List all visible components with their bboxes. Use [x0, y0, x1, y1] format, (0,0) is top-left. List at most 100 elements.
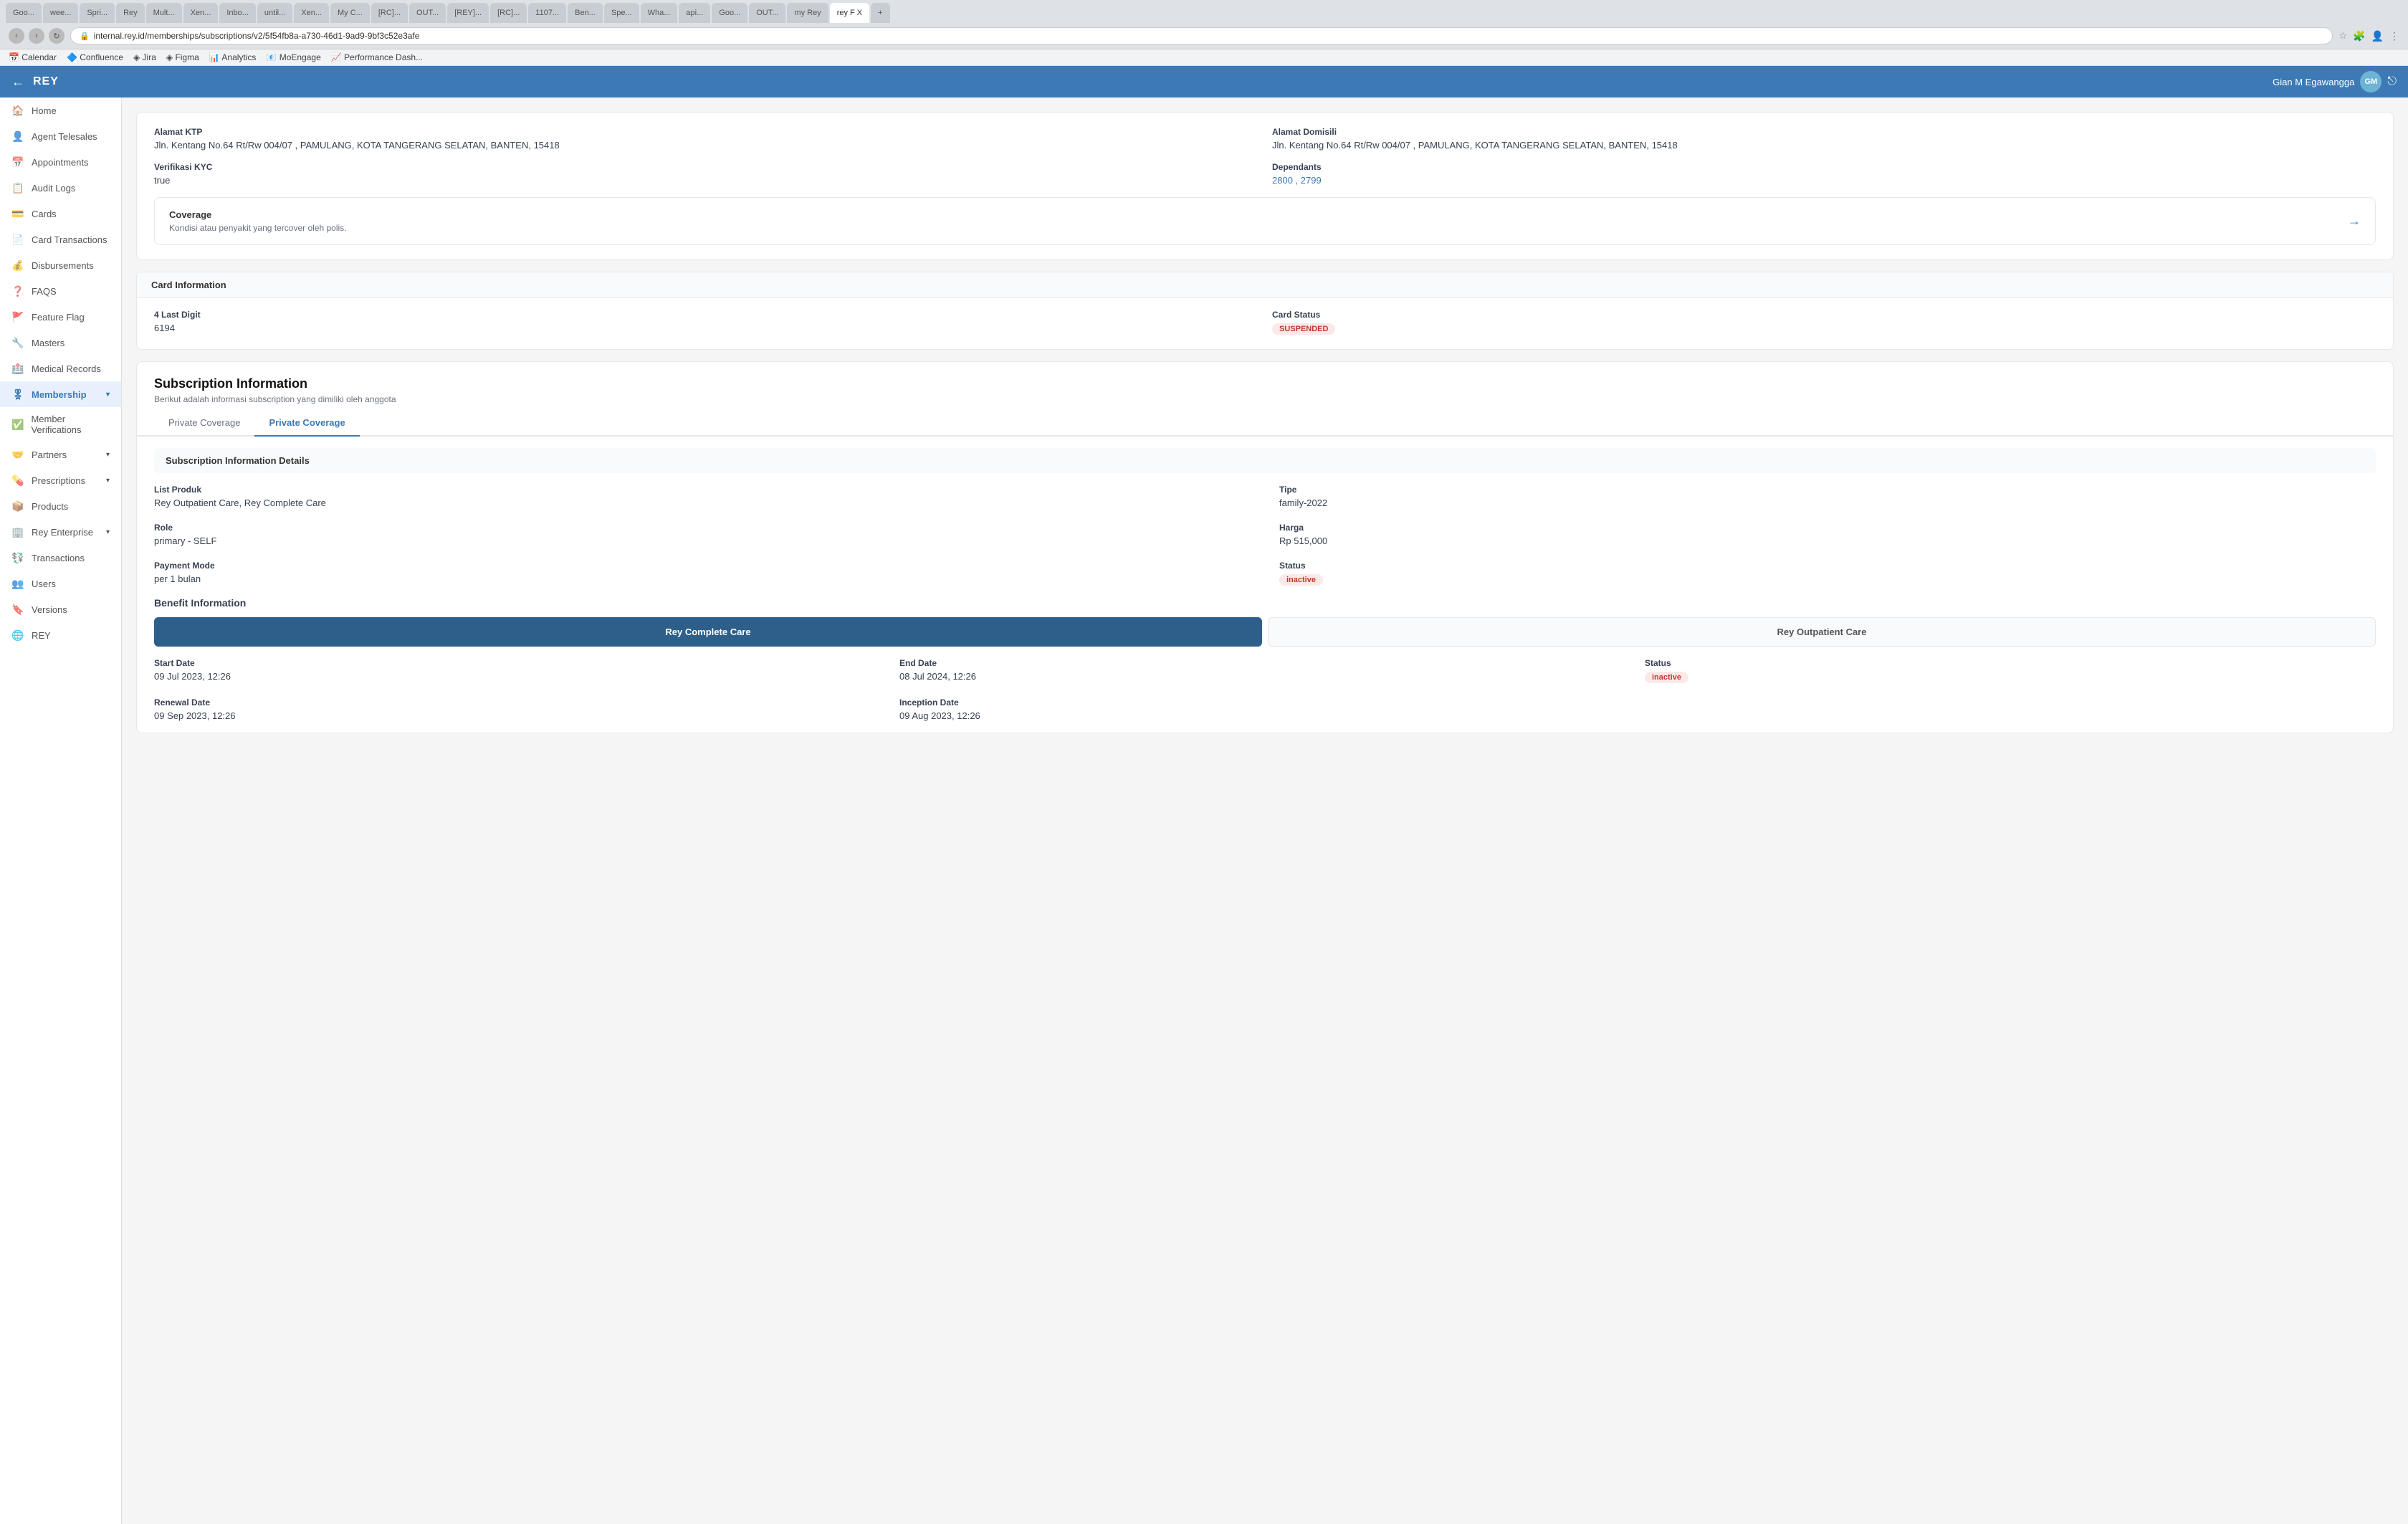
- coverage-arrow-icon[interactable]: →: [2348, 214, 2361, 229]
- dependants-label: Dependants: [1272, 162, 2376, 172]
- back-arrow-icon[interactable]: ←: [11, 75, 24, 90]
- tab-private-coverage-2[interactable]: Private Coverage: [254, 410, 359, 437]
- sidebar: 🏠 Home 👤 Agent Telesales 📅 Appointments …: [0, 97, 122, 1524]
- tab-goo[interactable]: Goo...: [6, 3, 42, 23]
- tab-myc[interactable]: My C...: [330, 3, 370, 23]
- tab-rey1[interactable]: Rey: [116, 3, 145, 23]
- address-bar[interactable]: 🔒 internal.rey.id/memberships/subscripti…: [70, 27, 2333, 44]
- tab-xen2[interactable]: Xen...: [294, 3, 329, 23]
- tab-wha[interactable]: Wha...: [641, 3, 678, 23]
- sidebar-item-card-transactions[interactable]: 📄 Card Transactions: [0, 227, 121, 252]
- bookmark-jira[interactable]: ◈ Jira: [133, 52, 156, 62]
- menu-icon[interactable]: ⋮: [2389, 30, 2399, 42]
- last-digit-value: 6194: [154, 323, 1258, 333]
- sidebar-item-agent-telesales[interactable]: 👤 Agent Telesales: [0, 123, 121, 149]
- sidebar-item-rey[interactable]: 🌐 REY: [0, 622, 121, 648]
- role-field: Role primary - SELF: [154, 523, 1251, 546]
- sidebar-item-prescriptions[interactable]: 💊 Prescriptions ▾: [0, 467, 121, 493]
- address-domisili-field: Alamat Domisili Jln. Kentang No.64 Rt/Rw…: [1272, 127, 2376, 151]
- tab-rey-bracket[interactable]: [REY]...: [447, 3, 489, 23]
- sidebar-item-versions[interactable]: 🔖 Versions: [0, 596, 121, 622]
- app-layout: 🏠 Home 👤 Agent Telesales 📅 Appointments …: [0, 97, 2408, 1524]
- coverage-desc: Kondisi atau penyakit yang tercover oleh…: [169, 223, 346, 233]
- dependants-value[interactable]: 2800 , 2799: [1272, 175, 2376, 186]
- sidebar-item-cards[interactable]: 💳 Cards: [0, 201, 121, 227]
- sidebar-item-medical-records[interactable]: 🏥 Medical Records: [0, 356, 121, 381]
- inception-date-value: 09 Aug 2023, 12:26: [899, 710, 1630, 721]
- start-date-label: Start Date: [154, 658, 885, 668]
- tab-xen1[interactable]: Xen...: [183, 3, 219, 23]
- tab-api[interactable]: api...: [679, 3, 710, 23]
- sidebar-item-products[interactable]: 📦 Products: [0, 493, 121, 519]
- membership-icon: 🎖: [11, 388, 24, 401]
- sidebar-item-disbursements[interactable]: 💰 Disbursements: [0, 252, 121, 278]
- benefit-tab-complete-care[interactable]: Rey Complete Care: [154, 617, 1262, 647]
- extensions-icon[interactable]: 🧩: [2353, 30, 2365, 42]
- tab-ben[interactable]: Ben...: [568, 3, 603, 23]
- tab-private-coverage-1[interactable]: Private Coverage: [154, 410, 254, 437]
- address-domisili-label: Alamat Domisili: [1272, 127, 2376, 137]
- subscription-card: Subscription Information Berikut adalah …: [136, 361, 2394, 733]
- app-topbar-left: ← REY: [11, 75, 59, 90]
- sidebar-item-home[interactable]: 🏠 Home: [0, 97, 121, 123]
- benefit-tab-outpatient-care[interactable]: Rey Outpatient Care: [1268, 617, 2376, 647]
- bookmark-figma[interactable]: ◈ Figma: [166, 52, 199, 62]
- sidebar-label-transactions: Transactions: [32, 553, 85, 563]
- tab-until[interactable]: until...: [257, 3, 292, 23]
- list-produk-field: List Produk Rey Outpatient Care, Rey Com…: [154, 485, 1251, 508]
- tab-out1[interactable]: OUT...: [409, 3, 446, 23]
- sidebar-item-partners[interactable]: 🤝 Partners ▾: [0, 442, 121, 467]
- tab-goo2[interactable]: Goo...: [712, 3, 747, 23]
- profile-icon[interactable]: 👤: [2371, 30, 2384, 42]
- address-grid: Alamat KTP Jln. Kentang No.64 Rt/Rw 004/…: [154, 127, 2376, 151]
- sidebar-item-transactions[interactable]: 💱 Transactions: [0, 545, 121, 571]
- tab-rc2[interactable]: [RC]...: [490, 3, 527, 23]
- kyc-label: Verifikasi KYC: [154, 162, 1258, 172]
- tab-wee[interactable]: wee...: [43, 3, 78, 23]
- bookmark-analytics[interactable]: 📊 Analytics: [209, 52, 257, 62]
- topbar-username: Gian M Egawangga: [2273, 77, 2354, 87]
- bookmark-moengage[interactable]: 📧 MoEngage: [266, 52, 320, 62]
- sidebar-item-faqs[interactable]: ❓ FAQS: [0, 278, 121, 304]
- tab-rey-fx[interactable]: rey F X: [830, 3, 869, 23]
- back-button[interactable]: ‹: [9, 28, 24, 44]
- sidebar-label-faqs: FAQS: [32, 286, 57, 297]
- sub-details-section: Subscription Information Details List Pr…: [137, 437, 2393, 733]
- tab-1107[interactable]: 1107...: [528, 3, 566, 23]
- address-domisili-value: Jln. Kentang No.64 Rt/Rw 004/07 , PAMULA…: [1272, 140, 2376, 151]
- tab-myrey[interactable]: my Rey: [787, 3, 828, 23]
- sidebar-item-member-verifications[interactable]: ✅ Member Verifications: [0, 407, 121, 442]
- tab-new[interactable]: +: [871, 3, 889, 23]
- status-field: Status inactive: [1279, 561, 2376, 586]
- tab-rc1[interactable]: [RC]...: [371, 3, 408, 23]
- topbar-right: Gian M Egawangga GM ⎋: [2273, 71, 2397, 92]
- sidebar-item-audit-logs[interactable]: 📋 Audit Logs: [0, 175, 121, 201]
- start-date-field: Start Date 09 Jul 2023, 12:26: [154, 658, 885, 683]
- tab-out2[interactable]: OUT...: [749, 3, 785, 23]
- tab-mult[interactable]: Mult...: [146, 3, 182, 23]
- role-label: Role: [154, 523, 1251, 533]
- payment-mode-value: per 1 bulan: [154, 573, 1251, 584]
- sidebar-label-home: Home: [32, 105, 57, 116]
- status-badge-container: inactive: [1279, 573, 2376, 586]
- refresh-button[interactable]: ↻: [49, 28, 64, 44]
- card-information-card: Card Information 4 Last Digit 6194 Card …: [136, 272, 2394, 350]
- app-topbar: ← REY Gian M Egawangga GM ⎋: [0, 66, 2408, 97]
- sidebar-item-membership[interactable]: 🎖 Membership ▾: [0, 381, 121, 407]
- bookmark-confluence[interactable]: 🔷 Confluence: [67, 52, 123, 62]
- bookmark-perf-dash[interactable]: 📈 Performance Dash...: [331, 52, 423, 62]
- sidebar-item-appointments[interactable]: 📅 Appointments: [0, 149, 121, 175]
- tab-spri[interactable]: Spri...: [80, 3, 115, 23]
- star-icon[interactable]: ☆: [2338, 30, 2347, 42]
- sidebar-item-masters[interactable]: 🔧 Masters: [0, 330, 121, 356]
- tab-inbo[interactable]: Inbo...: [219, 3, 256, 23]
- sidebar-item-rey-enterprise[interactable]: 🏢 Rey Enterprise ▾: [0, 519, 121, 545]
- dependants-field: Dependants 2800 , 2799: [1272, 162, 2376, 186]
- bookmark-calendar[interactable]: 📅 Calendar: [9, 52, 57, 62]
- tab-spe[interactable]: Spe...: [604, 3, 639, 23]
- sidebar-item-feature-flag[interactable]: 🚩 Feature Flag: [0, 304, 121, 330]
- sidebar-item-users[interactable]: 👥 Users: [0, 571, 121, 596]
- benefit-tabs: Rey Complete Care Rey Outpatient Care: [154, 617, 2376, 647]
- logout-icon[interactable]: ⎋: [2387, 75, 2397, 88]
- forward-button[interactable]: ›: [29, 28, 44, 44]
